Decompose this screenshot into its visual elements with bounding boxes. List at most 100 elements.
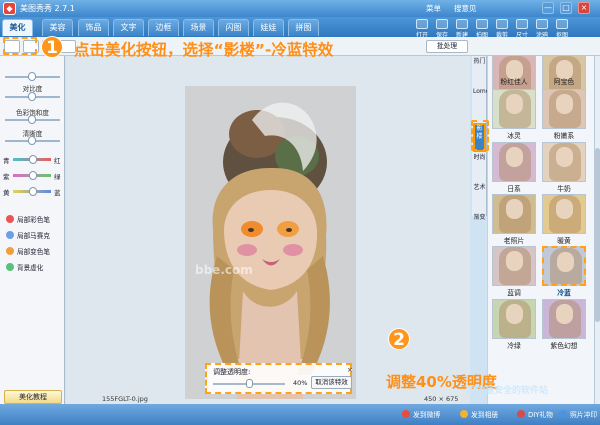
background-blur[interactable]: 背景虚化 [6,262,43,272]
cyan-label: 青 [3,157,10,165]
tab-collage[interactable]: 拼图 [288,19,319,36]
instruction-step-1: 点击美化按钮，选择“影楼”-冷蓝特效 [74,41,334,59]
resize-icon [516,19,528,29]
saturation-slider[interactable] [5,115,60,124]
magenta-label: 紫 [3,173,10,181]
feedback-link[interactable]: 搜意见 [454,3,477,14]
category-hot[interactable]: 热门 [473,58,486,86]
local-color-brush[interactable]: 局部彩色笔 [6,214,50,224]
canvas-watermark: bbe.com [195,263,253,277]
diy-gift[interactable]: DIY礼物 [517,409,553,419]
app-title: 美图秀秀 2.7.1 [20,4,75,13]
cutout-tool[interactable]: 抠图 [552,19,572,39]
thumbnail-scrollbar[interactable] [594,56,600,404]
crop-icon [496,19,508,29]
brightness-slider[interactable] [5,72,60,81]
weibo-icon [402,410,410,418]
tab-border[interactable]: 边框 [148,19,179,36]
brush-icon [6,215,14,223]
menu-link[interactable]: 菜单 [426,3,441,14]
recolor-icon [6,247,14,255]
blue-label: 蓝 [54,189,61,197]
cyan-red-slider[interactable] [13,155,51,164]
site-watermark: 国内最安全的软件站 [467,386,549,396]
category-lomo[interactable]: Lomo [473,88,489,122]
file-name: 155FGLT-0.jpg [102,395,148,403]
studio-highlight [471,120,489,151]
tab-flash[interactable]: 闪图 [218,19,249,36]
thumb-cool-green[interactable] [492,299,536,339]
blur-icon [6,263,14,271]
folder-icon [416,19,428,29]
category-art[interactable]: 艺术 [473,184,486,212]
thumb-label: 冰灵 [507,132,521,140]
tab-beautify[interactable]: 美化 [2,19,33,36]
step-1-badge: 1 [41,36,63,58]
thumb-label: 冷绿 [507,342,521,350]
magenta-green-slider[interactable] [13,171,51,180]
share-album[interactable]: 发到相册 [460,409,498,419]
maximize-button[interactable]: □ [560,2,572,14]
crop-tool[interactable]: 裁剪 [492,19,512,39]
share-weibo[interactable]: 发到微博 [402,409,440,419]
batch-button[interactable]: 批处理 [426,40,468,53]
scrollbar-thumb[interactable] [595,148,600,322]
new-tool[interactable]: 新建 [452,19,472,39]
category-gradient[interactable]: 渐变 [473,214,486,234]
title-bar: ◆ 美图秀秀 2.7.1 菜单 搜意见 — □ × [0,0,600,17]
close-panel-icon[interactable]: × [347,366,353,374]
close-button[interactable]: × [578,2,590,14]
thumb-label: 蓝调 [507,289,521,297]
thumb-purple-fantasy[interactable] [542,299,586,339]
beautify-highlight [3,37,37,55]
portrait-illustration [185,86,356,399]
print-icon [559,410,567,418]
tab-text[interactable]: 文字 [113,19,144,36]
yellow-blue-slider[interactable] [13,187,51,196]
local-mosaic[interactable]: 局部马赛克 [6,230,50,240]
tab-beauty[interactable]: 美容 [42,19,73,36]
tab-accessories[interactable]: 饰品 [78,19,109,36]
local-recolor-brush[interactable]: 局部变色笔 [6,246,50,256]
left-panel: 对比度 色彩饱和度 清晰度 青 红 紫 绿 黄 蓝 局部彩色笔 局部马赛克 局部… [0,56,65,404]
category-fashion[interactable]: 时尚 [473,154,486,182]
thumb-old-photo[interactable] [492,194,536,234]
save-tool[interactable]: 保存 [432,19,452,39]
opacity-panel: 调整透明度: 40% 取消该特效 × [205,363,353,394]
capture-icon [476,19,488,29]
opacity-label: 调整透明度: [213,368,251,376]
minimize-button[interactable]: — [542,2,554,14]
red-label: 红 [54,157,61,165]
resize-tool[interactable]: 尺寸 [512,19,532,39]
tab-scene[interactable]: 场景 [183,19,214,36]
brush-icon [536,19,548,29]
thumb-blue-tone[interactable] [492,246,536,286]
thumb-cool-blue[interactable] [542,246,586,286]
brush-tool[interactable]: 涂鸦 [532,19,552,39]
thumb-ice[interactable] [492,89,536,129]
cancel-effect-button[interactable]: 取消该特效 [311,376,352,389]
opacity-slider[interactable] [213,379,285,388]
thumb-warm-yellow[interactable] [542,194,586,234]
open-tool[interactable]: 打开 [412,19,432,39]
image-size: 450 × 675 [424,395,459,403]
gift-icon [517,410,525,418]
thumb-milk[interactable] [542,142,586,182]
portrait-photo: bbe.com [185,86,356,399]
thumb-label: 老照片 [503,237,525,245]
save-icon [436,19,448,29]
thumb-pink-tender[interactable] [542,89,586,129]
mosaic-icon [6,231,14,239]
contrast-slider[interactable] [5,92,60,101]
capture-tool[interactable]: 拍图 [472,19,492,39]
tutorial-button[interactable]: 美化教程 [4,390,62,404]
status-bar: 发到微博 发到相册 DIY礼物 照片冲印 [0,404,600,425]
sharpness-slider[interactable] [5,136,60,145]
cutout-icon [556,19,568,29]
opacity-value: 40% [293,379,308,387]
thumb-label: 粉红佳人 [500,78,528,86]
thumb-japanese[interactable] [492,142,536,182]
tab-doll[interactable]: 娃娃 [253,19,284,36]
opacity-knob[interactable] [246,379,253,388]
photo-print[interactable]: 照片冲印 [559,409,597,419]
